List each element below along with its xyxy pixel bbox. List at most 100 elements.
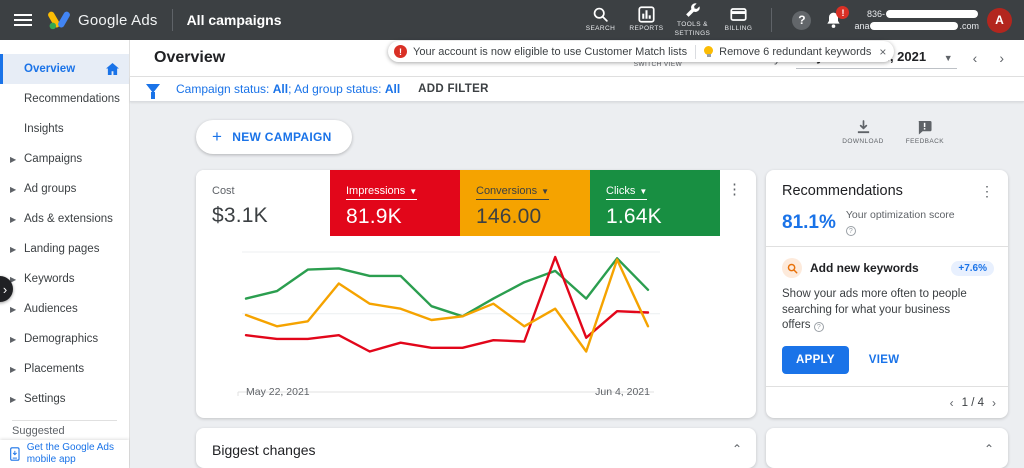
chevron-right-icon: ▶: [10, 364, 17, 374]
add-filter-button[interactable]: ADD FILTER: [418, 83, 489, 95]
metric-value: $3.1K: [212, 204, 268, 227]
close-icon[interactable]: ×: [879, 45, 886, 59]
tools-settings-button[interactable]: TOOLS & SETTINGS: [669, 2, 715, 37]
sidebar-item-label: Recommendations: [24, 93, 120, 105]
search-button[interactable]: SEARCH: [577, 6, 623, 33]
page-indicator: 1 / 4: [961, 396, 984, 409]
filter-seg: Ad group status:: [294, 81, 382, 96]
chevron-right-icon: ▶: [10, 304, 17, 314]
metric-cost[interactable]: Cost $3.1K: [196, 170, 330, 236]
view-button[interactable]: VIEW: [869, 354, 900, 366]
metric-label: Conversions: [476, 185, 538, 197]
metric-dropdown[interactable]: Clicks ▼: [606, 185, 648, 200]
sidebar-item-demographics[interactable]: ▶ Demographics: [0, 324, 129, 354]
page-prev-button[interactable]: ‹: [950, 396, 954, 410]
help-icon[interactable]: ?: [792, 10, 812, 30]
chevron-right-icon: ▶: [10, 394, 17, 404]
scope-label: All campaigns: [186, 12, 282, 28]
metric-impressions[interactable]: Impressions ▼ 81.9K: [330, 170, 460, 236]
date-next-button[interactable]: ›: [993, 50, 1010, 66]
sidebar-item-label: Overview: [24, 63, 76, 75]
keyword-search-icon: [782, 258, 802, 279]
feedback-button[interactable]: FEEDBACK: [906, 120, 944, 145]
feedback-label: FEEDBACK: [905, 138, 944, 145]
redacted-email: [870, 22, 959, 31]
chevron-right-icon: ▶: [10, 334, 17, 344]
topbar-divider: [771, 8, 773, 32]
uplift-badge: +7.6%: [951, 260, 994, 276]
expand-icon[interactable]: ⌃: [732, 442, 742, 468]
card-title: Biggest changes: [212, 442, 316, 458]
optimization-score: 81.1%: [782, 211, 836, 233]
active-filters[interactable]: Campaign status: All; Ad group status: A…: [176, 82, 400, 96]
metric-dropdown[interactable]: Impressions ▼: [346, 185, 418, 200]
sidebar-item-audiences[interactable]: ▶ Audiences: [0, 294, 129, 324]
apply-button[interactable]: APPLY: [782, 345, 849, 374]
metric-value: 81.9K: [346, 205, 402, 228]
sidebar-item-keywords[interactable]: ▶ Keywords: [0, 264, 129, 294]
notification-text[interactable]: Your account is now eligible to use Cust…: [413, 46, 687, 58]
recommendations-pagination: ‹ 1 / 4 ›: [766, 386, 1008, 418]
banner-divider: [695, 44, 697, 59]
sidebar-item-label: Ad groups: [24, 183, 77, 195]
filter-separator: ;: [288, 81, 292, 96]
expand-icon[interactable]: ⌃: [984, 442, 994, 468]
billing-label: BILLING: [724, 25, 753, 33]
help-icon[interactable]: ?: [813, 322, 824, 333]
brand[interactable]: Google Ads: [48, 10, 158, 30]
phone-download-icon: [10, 447, 20, 461]
recommendations-title: Recommendations: [782, 183, 903, 199]
metric-conversions[interactable]: Conversions ▼ 146.00: [460, 170, 590, 236]
overview-content: + NEW CAMPAIGN DOWNLOAD FEEDBACK Cost $3…: [130, 102, 1024, 468]
chevron-right-icon: ▶: [10, 184, 17, 194]
sidebar-item-settings[interactable]: ▶ Settings: [0, 384, 129, 414]
metric-dropdown[interactable]: Conversions ▼: [476, 185, 550, 200]
page-next-button[interactable]: ›: [992, 396, 996, 410]
metric-label: Cost: [212, 185, 235, 197]
sidebar-item-landing-pages[interactable]: ▶ Landing pages: [0, 234, 129, 264]
error-icon: !: [394, 45, 407, 58]
biggest-changes-card[interactable]: Biggest changes ⌃: [196, 428, 756, 468]
recommendation-item[interactable]: Add new keywords +7.6%: [782, 258, 994, 279]
metric-clicks[interactable]: Clicks ▼ 1.64K: [590, 170, 720, 236]
chevron-right-icon: ▶: [10, 244, 17, 254]
chevron-down-icon: ▼: [639, 187, 648, 196]
bell-badge: !: [836, 6, 850, 19]
notification-text[interactable]: Remove 6 redundant keywords: [719, 46, 871, 58]
x-axis-end-label: Jun 4, 2021: [595, 386, 650, 398]
billing-button[interactable]: BILLING: [715, 6, 761, 33]
sidebar-item-campaigns[interactable]: ▶ Campaigns: [0, 144, 129, 174]
feedback-icon: [919, 120, 932, 135]
sidebar-item-overview[interactable]: Overview: [0, 54, 129, 84]
mobile-app-promo[interactable]: Get the Google Ads mobile app: [0, 440, 129, 468]
sidebar-item-placements[interactable]: ▶ Placements: [0, 354, 129, 384]
kebab-menu-icon[interactable]: ⋮: [980, 183, 994, 200]
sidebar-item-ad-groups[interactable]: ▶ Ad groups: [0, 174, 129, 204]
new-campaign-button[interactable]: + NEW CAMPAIGN: [196, 120, 352, 154]
sidebar-item-insights[interactable]: Insights: [0, 114, 129, 144]
filter-bar: Campaign status: All; Ad group status: A…: [130, 76, 1024, 102]
sidebar-divider: [12, 420, 117, 421]
date-prev-button[interactable]: ‹: [967, 50, 984, 66]
download-button[interactable]: DOWNLOAD: [842, 120, 883, 145]
recommendation-description: Show your ads more often to people searc…: [782, 287, 972, 334]
account-info[interactable]: 836- ana .com: [854, 8, 979, 32]
sidebar-section-suggested: Suggested: [12, 425, 65, 437]
sidebar-item-label: Keywords: [24, 273, 75, 285]
help-icon[interactable]: ?: [845, 225, 856, 236]
download-label: DOWNLOAD: [842, 138, 884, 145]
chevron-down-icon: ▼: [541, 187, 550, 196]
avatar[interactable]: A: [987, 7, 1012, 33]
sidebar-item-ads-extensions[interactable]: ▶ Ads & extensions: [0, 204, 129, 234]
kebab-menu-icon[interactable]: ⋮: [727, 170, 756, 236]
menu-icon[interactable]: [14, 14, 32, 26]
filter-value: All: [272, 81, 289, 96]
sidebar-item-recommendations[interactable]: Recommendations: [0, 84, 129, 114]
tools-settings-label: TOOLS & SETTINGS: [674, 21, 711, 37]
secondary-stub-card[interactable]: ⌃: [766, 428, 1008, 468]
reports-button[interactable]: REPORTS: [623, 6, 669, 33]
notifications-bell[interactable]: !: [825, 6, 850, 29]
recommendation-description-text: Show your ads more often to people searc…: [782, 288, 967, 332]
sidebar-item-label: Insights: [24, 123, 64, 135]
series-clicks: [244, 257, 650, 318]
